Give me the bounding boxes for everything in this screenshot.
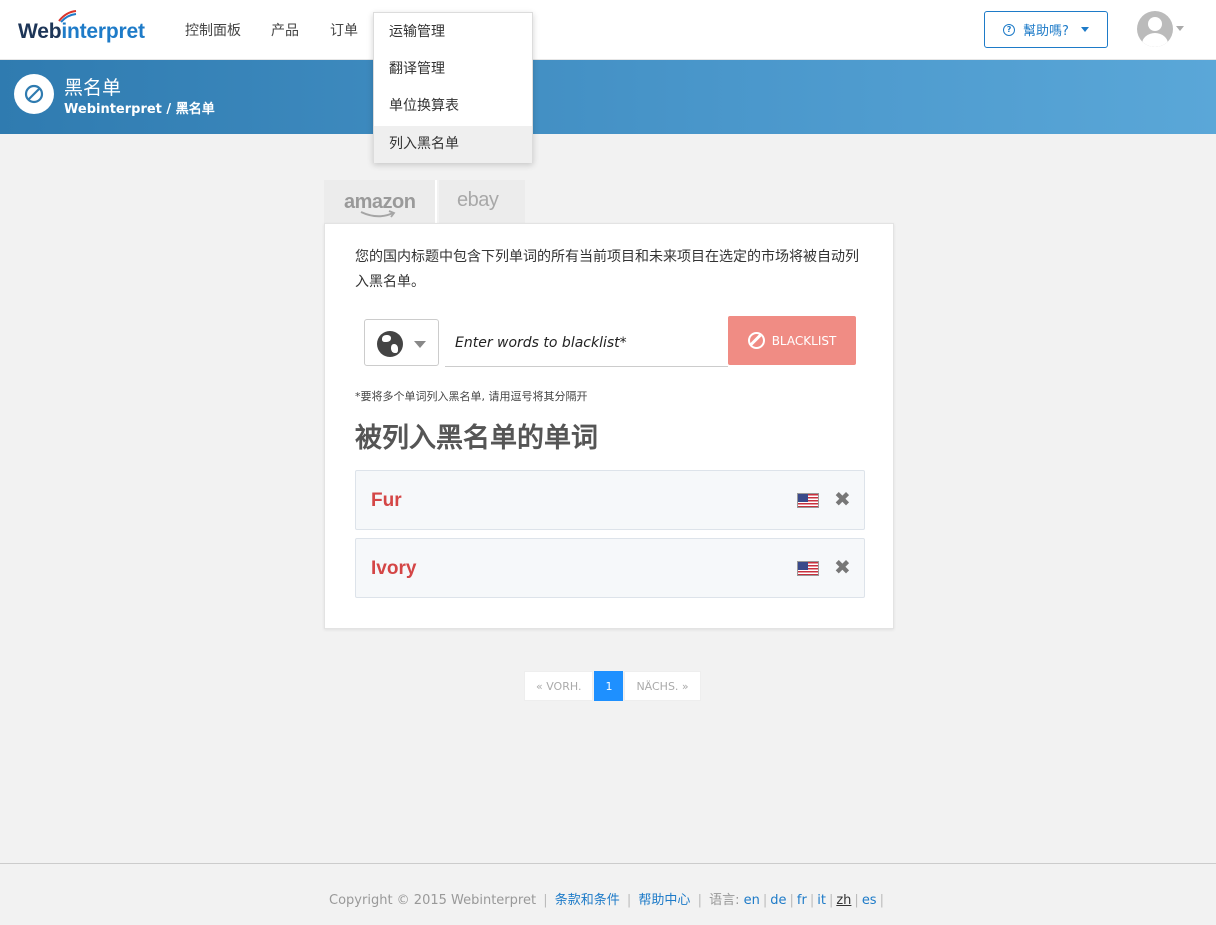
help-button-label: 幫助嗎? xyxy=(1023,24,1069,39)
user-avatar[interactable] xyxy=(1137,11,1173,47)
terms-link[interactable]: 条款和条件 xyxy=(555,893,620,908)
products-dropdown-menu: 运输管理 翻译管理 单位换算表 列入黑名单 xyxy=(373,12,533,163)
logo-text-interpret: interpret xyxy=(61,20,145,43)
footer: Copyright © 2015 Webinterpret | 条款和条件 | … xyxy=(0,863,1216,925)
top-navbar: Webinterpret 控制面板 产品 订单 ? 幫助嗎? xyxy=(0,0,1216,60)
ebay-logo: ebay xyxy=(457,189,499,211)
avatar-caret-icon[interactable] xyxy=(1176,26,1184,31)
nav-dashboard[interactable]: 控制面板 xyxy=(185,20,241,40)
list-item: Ivory ✖ xyxy=(355,538,865,598)
menu-item-unit-conversion[interactable]: 单位换算表 xyxy=(374,88,532,125)
logo-swoosh-icon xyxy=(58,10,77,23)
list-item: Fur ✖ xyxy=(355,470,865,530)
blacklist-ban-icon xyxy=(14,74,54,114)
pagination-prev: « VORH. xyxy=(524,671,594,701)
language-label: 语言: xyxy=(709,893,740,908)
tab-amazon[interactable]: amazon xyxy=(324,180,437,223)
blacklist-card: 您的国内标题中包含下列单词的所有当前项目和未来项目在选定的市场将被自动列入黑名单… xyxy=(324,223,894,629)
webinterpret-logo[interactable]: Webinterpret xyxy=(18,20,145,44)
amazon-smile-icon xyxy=(360,210,396,218)
tab-ebay[interactable]: ebay xyxy=(439,180,525,223)
marketplace-country-select[interactable] xyxy=(364,319,439,366)
page-title: 黑名单 xyxy=(64,77,122,99)
chevron-down-icon xyxy=(1080,27,1089,32)
lang-fr[interactable]: fr xyxy=(797,893,807,908)
lang-de[interactable]: de xyxy=(770,893,786,908)
us-flag-icon xyxy=(797,561,819,576)
blacklisted-word: Fur xyxy=(371,490,402,511)
menu-item-translation[interactable]: 翻译管理 xyxy=(374,51,532,88)
globe-icon xyxy=(377,331,403,357)
input-hint: *要将多个单词列入黑名单, 请用逗号将其分隔开 xyxy=(355,390,588,403)
help-button[interactable]: ? 幫助嗎? xyxy=(984,11,1108,48)
blacklist-button[interactable]: BLACKLIST xyxy=(728,316,856,365)
delete-icon[interactable]: ✖ xyxy=(834,487,851,511)
chevron-down-icon xyxy=(414,341,426,348)
question-circle-icon: ? xyxy=(1003,23,1016,36)
breadcrumb[interactable]: Webinterpret / 黑名单 xyxy=(64,98,215,117)
blacklist-word-input[interactable] xyxy=(445,319,728,367)
page-header-banner: 黑名单 Webinterpret / 黑名单 xyxy=(0,60,1216,134)
blacklisted-word: Ivory xyxy=(371,558,417,579)
menu-item-blacklist[interactable]: 列入黑名单 xyxy=(374,126,532,163)
lang-en[interactable]: en xyxy=(744,893,760,908)
lang-zh[interactable]: zh xyxy=(836,893,851,908)
copyright-text: Copyright © 2015 Webinterpret xyxy=(329,893,537,908)
help-center-link[interactable]: 帮助中心 xyxy=(638,893,690,908)
nav-products[interactable]: 产品 xyxy=(271,20,299,40)
us-flag-icon xyxy=(797,493,819,508)
blacklist-description: 您的国内标题中包含下列单词的所有当前项目和未来项目在选定的市场将被自动列入黑名单… xyxy=(355,249,859,290)
pagination-page-1[interactable]: 1 xyxy=(594,671,624,701)
ban-icon xyxy=(747,332,765,349)
lang-es[interactable]: es xyxy=(862,893,877,908)
menu-item-shipping[interactable]: 运输管理 xyxy=(374,14,532,51)
nav-orders[interactable]: 订单 xyxy=(330,20,358,40)
pagination-next: NÄCHS. » xyxy=(624,671,701,701)
logo-text-web: Web xyxy=(18,20,62,43)
lang-it[interactable]: it xyxy=(817,893,826,908)
delete-icon[interactable]: ✖ xyxy=(834,555,851,579)
pagination: « VORH. 1 NÄCHS. » xyxy=(524,671,701,701)
blacklist-button-label: BLACKLIST xyxy=(771,333,837,348)
footer-links: Copyright © 2015 Webinterpret | 条款和条件 | … xyxy=(329,893,884,908)
section-title: 被列入黑名单的单词 xyxy=(355,423,598,454)
